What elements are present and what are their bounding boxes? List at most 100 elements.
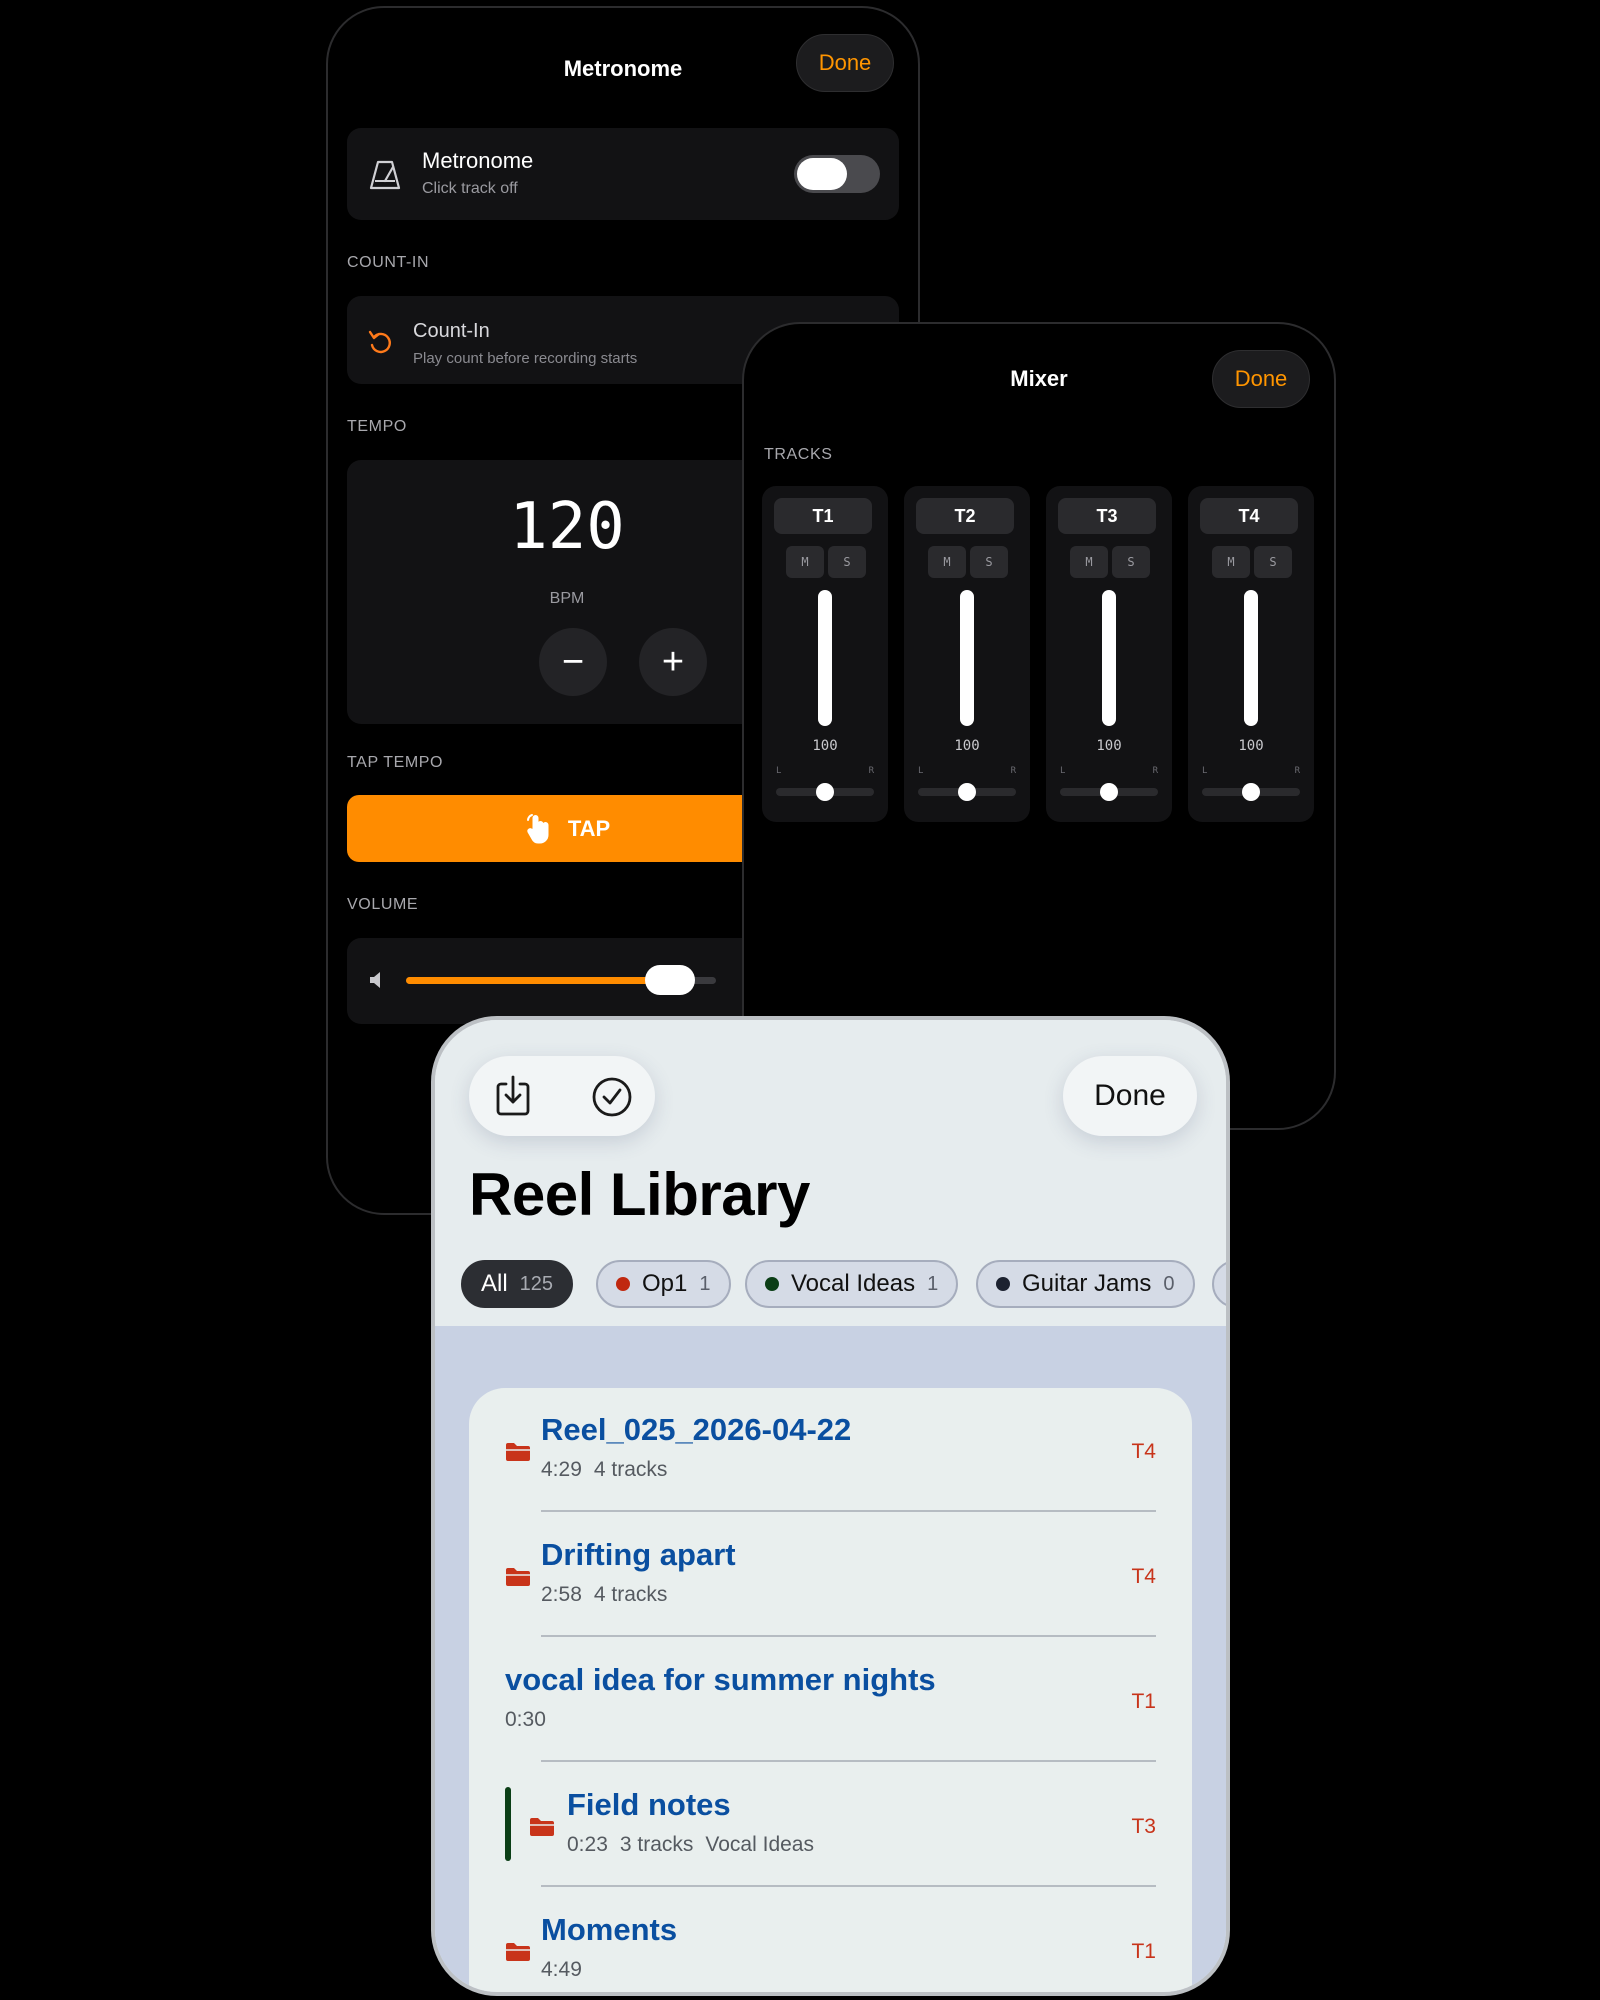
reel-duration: 0:23 <box>567 1833 608 1856</box>
reel-list-item[interactable]: vocal idea for summer nights 0:30 T1 <box>469 1638 1192 1762</box>
filter-chip-count: 125 <box>519 1272 554 1295</box>
filter-chip[interactable]: Guitar Jams 0 <box>976 1260 1195 1308</box>
filter-chip-label: All <box>481 1270 508 1297</box>
toolbar-action-group <box>469 1056 655 1136</box>
list-divider <box>541 1635 1156 1637</box>
folder-icon <box>506 1943 530 1961</box>
list-divider <box>541 1510 1156 1512</box>
tempo-increment-button[interactable]: + <box>639 628 707 696</box>
volume-fader-fill <box>960 590 974 726</box>
solo-button[interactable]: S <box>970 546 1008 578</box>
reel-list: Reel_025_2026-04-22 4:29 4 tracks T4 Driftin… <box>469 1388 1192 1992</box>
volume-fader-fill <box>818 590 832 726</box>
tempo-decrement-button[interactable]: − <box>539 628 607 696</box>
pan-right-label: R <box>1010 766 1016 776</box>
filter-chip-label: Vocal Ideas <box>791 1270 916 1297</box>
mixer-strip: T4 M S 100 L R <box>1188 486 1314 822</box>
pan-left-label: L <box>1202 766 1208 776</box>
reel-duration: 2:58 <box>541 1583 582 1606</box>
mute-button[interactable]: M <box>786 546 824 578</box>
select-check-icon[interactable] <box>591 1076 633 1118</box>
pan-slider[interactable] <box>918 783 1016 801</box>
filter-chip-count: 1 <box>699 1272 711 1295</box>
metronome-toggle-row: Metronome Click track off <box>347 128 899 220</box>
reel-list-item[interactable]: Field notes 0:23 3 tracks Vocal Ideas T3 <box>469 1763 1192 1887</box>
tap-label: TAP <box>567 815 611 841</box>
pan-slider-thumb[interactable] <box>1242 783 1260 801</box>
mute-button[interactable]: M <box>1212 546 1250 578</box>
metronome-toggle[interactable] <box>794 155 880 193</box>
tempo-unit: BPM <box>549 590 585 607</box>
solo-button[interactable]: S <box>1112 546 1150 578</box>
group-accent-bar <box>505 1787 511 1861</box>
pan-slider-thumb[interactable] <box>816 783 834 801</box>
count-in-title: Count-In <box>413 320 490 342</box>
volume-fader[interactable] <box>1244 590 1258 726</box>
filter-chip[interactable]: Op1 1 <box>596 1260 731 1308</box>
reel-meta: 2:58 4 tracks <box>541 1583 667 1607</box>
volume-fader-fill <box>1102 590 1116 726</box>
reel-track-badge: T3 <box>1131 1815 1156 1838</box>
pan-left-label: L <box>776 766 782 776</box>
tracks-section-label: TRACKS <box>764 446 833 463</box>
pan-right-label: R <box>868 766 874 776</box>
pan-slider-thumb[interactable] <box>1100 783 1118 801</box>
track-name: T2 <box>916 498 1014 534</box>
reel-list-item[interactable]: Drifting apart 2:58 4 tracks T4 <box>469 1513 1192 1637</box>
filter-color-dot <box>616 1277 630 1291</box>
reel-library-panel: Done Reel Library All 125 Op1 1 Vocal Ideas 1… <box>431 1016 1230 1996</box>
volume-section-label: VOLUME <box>347 896 419 913</box>
reel-track-badge: T1 <box>1131 1940 1156 1963</box>
volume-fader[interactable] <box>818 590 832 726</box>
pan-slider-thumb[interactable] <box>958 783 976 801</box>
mixer-strip: T2 M S 100 L R <box>904 486 1030 822</box>
reel-duration: 0:30 <box>505 1708 546 1731</box>
pan-slider[interactable] <box>1202 783 1300 801</box>
mixer-done-button[interactable]: Done <box>1212 350 1310 408</box>
count-in-section-label: COUNT-IN <box>347 254 430 271</box>
reel-track-badge: T1 <box>1131 1690 1156 1713</box>
track-volume-value: 100 <box>954 738 980 754</box>
reel-track-count: 3 tracks <box>619 1833 694 1856</box>
reel-list-item[interactable]: Moments 4:49 T1 <box>469 1888 1192 1992</box>
filter-chip[interactable]: Vocal Ideas 1 <box>745 1260 959 1308</box>
filter-chip-count: 1 <box>927 1272 939 1295</box>
volume-fader[interactable] <box>1102 590 1116 726</box>
pan-left-label: L <box>918 766 924 776</box>
pan-slider[interactable] <box>776 783 874 801</box>
track-name: T4 <box>1200 498 1298 534</box>
reel-list-item[interactable]: Reel_025_2026-04-22 4:29 4 tracks T4 <box>469 1388 1192 1512</box>
tap-hand-icon <box>526 813 549 843</box>
filter-chip-label: Guitar Jams <box>1022 1270 1152 1297</box>
library-title: Reel Library <box>469 1161 810 1228</box>
solo-button[interactable]: S <box>828 546 866 578</box>
volume-slider[interactable] <box>406 965 716 995</box>
mute-button[interactable]: M <box>928 546 966 578</box>
metronome-row-title: Metronome <box>422 148 534 173</box>
reel-title: Reel_025_2026-04-22 <box>541 1412 852 1447</box>
list-divider <box>541 1760 1156 1762</box>
track-volume-value: 100 <box>1238 738 1264 754</box>
track-volume-value: 100 <box>812 738 838 754</box>
reel-track-badge: T4 <box>1131 1440 1156 1463</box>
reel-track-badge: T4 <box>1131 1565 1156 1588</box>
reel-title: Drifting apart <box>541 1537 736 1572</box>
metronome-row-subtitle: Click track off <box>422 180 518 197</box>
download-icon[interactable] <box>493 1074 533 1118</box>
volume-fader[interactable] <box>960 590 974 726</box>
volume-slider-thumb[interactable] <box>644 965 695 995</box>
library-done-button[interactable]: Done <box>1063 1056 1197 1136</box>
track-name: T1 <box>774 498 872 534</box>
pan-slider[interactable] <box>1060 783 1158 801</box>
metronome-done-button[interactable]: Done <box>796 34 894 92</box>
pan-right-label: R <box>1152 766 1158 776</box>
volume-slider-fill <box>406 977 670 984</box>
solo-button[interactable]: S <box>1254 546 1292 578</box>
reel-meta: 4:49 <box>541 1958 582 1982</box>
filter-chip[interactable]: All 125 <box>461 1260 574 1308</box>
mute-button[interactable]: M <box>1070 546 1108 578</box>
folder-icon <box>506 1443 530 1461</box>
reel-track-count: 4 tracks <box>593 1583 668 1606</box>
reel-group: Vocal Ideas <box>705 1833 814 1856</box>
volume-fader-fill <box>1244 590 1258 726</box>
